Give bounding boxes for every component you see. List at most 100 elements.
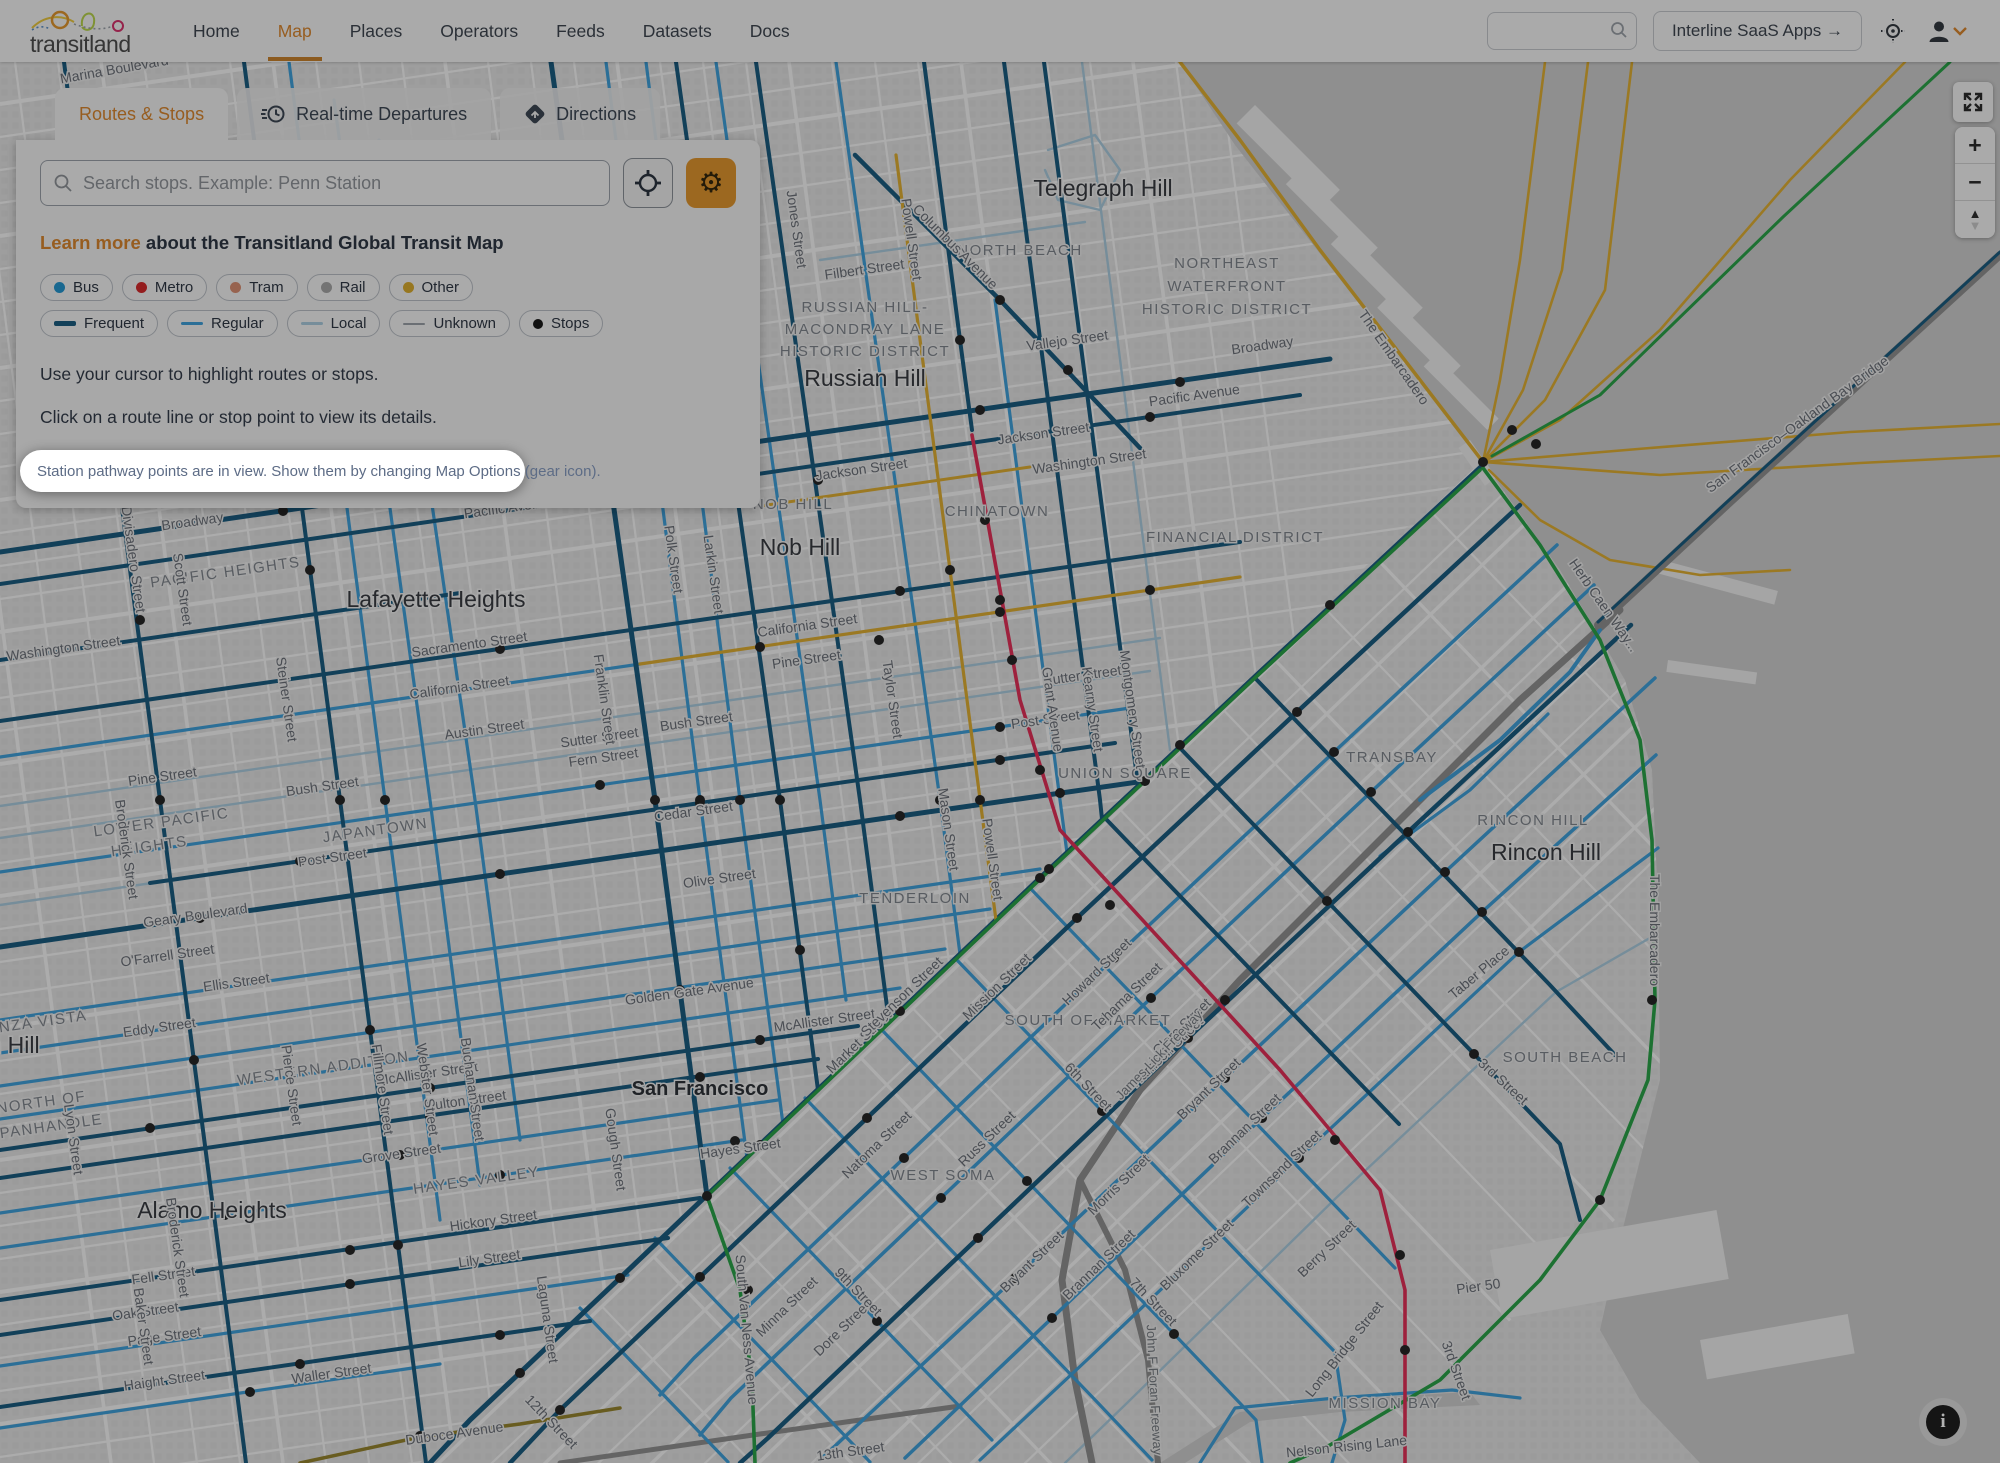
- stop-point[interactable]: [862, 1113, 872, 1123]
- stop-point[interactable]: [1329, 747, 1339, 757]
- stop-point[interactable]: [1507, 425, 1517, 435]
- stop-point[interactable]: [1595, 1195, 1605, 1205]
- stop-point[interactable]: [365, 1025, 375, 1035]
- stop-point[interactable]: [995, 595, 1005, 605]
- stop-point[interactable]: [995, 722, 1005, 732]
- stop-point[interactable]: [245, 1387, 255, 1397]
- stop-point[interactable]: [1514, 947, 1524, 957]
- stop-point[interactable]: [1403, 827, 1413, 837]
- legend-badge-regular[interactable]: Regular: [167, 310, 278, 337]
- stop-point[interactable]: [305, 565, 315, 575]
- stop-point[interactable]: [1175, 740, 1185, 750]
- stop-point[interactable]: [695, 1272, 705, 1282]
- stop-point[interactable]: [1322, 896, 1332, 906]
- stop-point[interactable]: [1292, 707, 1302, 717]
- stop-point[interactable]: [1169, 1329, 1179, 1339]
- stop-point[interactable]: [973, 1233, 983, 1243]
- learn-more-link[interactable]: Learn more: [40, 232, 141, 253]
- stop-point[interactable]: [1330, 1135, 1340, 1145]
- tab-routes-and-stops[interactable]: Routes & Stops: [55, 88, 228, 140]
- stop-point[interactable]: [936, 1193, 946, 1203]
- stop-point[interactable]: [1105, 900, 1115, 910]
- stop-point[interactable]: [995, 755, 1005, 765]
- stop-point[interactable]: [945, 565, 955, 575]
- stop-point[interactable]: [650, 795, 660, 805]
- stop-point[interactable]: [995, 607, 1005, 617]
- stop-point[interactable]: [755, 642, 765, 652]
- stop-point[interactable]: [1478, 457, 1488, 467]
- stop-point[interactable]: [495, 869, 505, 879]
- stop-point[interactable]: [1145, 585, 1155, 595]
- stop-point[interactable]: [515, 1368, 525, 1378]
- nav-link-map[interactable]: Map: [278, 21, 312, 42]
- stop-point[interactable]: [295, 1359, 305, 1369]
- stop-point[interactable]: [335, 795, 345, 805]
- stop-search-input[interactable]: [40, 160, 610, 206]
- stop-point[interactable]: [1325, 600, 1335, 610]
- transitland-logo[interactable]: transitland: [30, 8, 138, 54]
- stop-point[interactable]: [615, 1273, 625, 1283]
- stop-point[interactable]: [895, 811, 905, 821]
- map-options-gear-button[interactable]: ⚙: [686, 158, 736, 208]
- interline-saas-apps-button[interactable]: Interline SaaS Apps →: [1653, 11, 1862, 51]
- nav-link-home[interactable]: Home: [193, 21, 240, 42]
- stop-point[interactable]: [995, 295, 1005, 305]
- nav-link-docs[interactable]: Docs: [750, 21, 790, 42]
- tab-realtime-departures[interactable]: Real-time Departures: [237, 88, 491, 140]
- stop-point[interactable]: [702, 1191, 712, 1201]
- nav-link-datasets[interactable]: Datasets: [643, 21, 712, 42]
- stop-point[interactable]: [1366, 787, 1376, 797]
- theme-toggle-button[interactable]: [1878, 16, 1908, 46]
- legend-badge-other[interactable]: Other: [389, 274, 474, 301]
- stop-point[interactable]: [1035, 873, 1045, 883]
- stop-point[interactable]: [1400, 1345, 1410, 1355]
- zoom-out-button[interactable]: −: [1955, 164, 1995, 201]
- stop-point[interactable]: [899, 1153, 909, 1163]
- nav-link-places[interactable]: Places: [350, 21, 403, 42]
- fullscreen-button[interactable]: [1953, 82, 1993, 122]
- stop-point[interactable]: [1146, 993, 1156, 1003]
- nav-link-operators[interactable]: Operators: [440, 21, 518, 42]
- stop-point[interactable]: [1035, 765, 1045, 775]
- stop-point[interactable]: [1145, 412, 1155, 422]
- stop-point[interactable]: [135, 615, 145, 625]
- user-menu-button[interactable]: [1924, 16, 1970, 46]
- legend-badge-bus[interactable]: Bus: [40, 274, 113, 301]
- stop-point[interactable]: [1047, 1313, 1057, 1323]
- legend-badge-stops[interactable]: Stops: [519, 310, 603, 337]
- stop-point[interactable]: [145, 1123, 155, 1133]
- stop-point[interactable]: [555, 1405, 565, 1415]
- legend-badge-rail[interactable]: Rail: [307, 274, 380, 301]
- stop-point[interactable]: [795, 945, 805, 955]
- zoom-in-button[interactable]: +: [1955, 127, 1995, 164]
- legend-badge-metro[interactable]: Metro: [122, 274, 207, 301]
- stop-point[interactable]: [1063, 365, 1073, 375]
- stop-point[interactable]: [345, 1245, 355, 1255]
- stop-point[interactable]: [895, 586, 905, 596]
- stop-point[interactable]: [1469, 1049, 1479, 1059]
- stop-point[interactable]: [189, 1055, 199, 1065]
- legend-badge-unknown[interactable]: Unknown: [389, 310, 510, 337]
- geolocate-button[interactable]: [623, 158, 673, 208]
- stop-point[interactable]: [1531, 439, 1541, 449]
- stop-point[interactable]: [1477, 907, 1487, 917]
- stop-point[interactable]: [595, 780, 605, 790]
- stop-point[interactable]: [874, 635, 884, 645]
- stop-point[interactable]: [975, 795, 985, 805]
- legend-badge-frequent[interactable]: Frequent: [40, 310, 158, 337]
- stop-point[interactable]: [380, 795, 390, 805]
- stop-point[interactable]: [155, 795, 165, 805]
- stop-point[interactable]: [1055, 788, 1065, 798]
- stop-point[interactable]: [393, 1240, 403, 1250]
- stop-point[interactable]: [1007, 655, 1017, 665]
- compass-pitch-button[interactable]: ▲ ▼: [1955, 201, 1995, 238]
- attribution-info-button[interactable]: i: [1919, 1398, 1967, 1446]
- legend-badge-tram[interactable]: Tram: [216, 274, 297, 301]
- nav-link-feeds[interactable]: Feeds: [556, 21, 605, 42]
- stop-point[interactable]: [495, 1330, 505, 1340]
- stop-point[interactable]: [1072, 913, 1082, 923]
- stop-point[interactable]: [735, 795, 745, 805]
- stop-point[interactable]: [1395, 1250, 1405, 1260]
- stop-point[interactable]: [955, 335, 965, 345]
- stop-point[interactable]: [1044, 864, 1054, 874]
